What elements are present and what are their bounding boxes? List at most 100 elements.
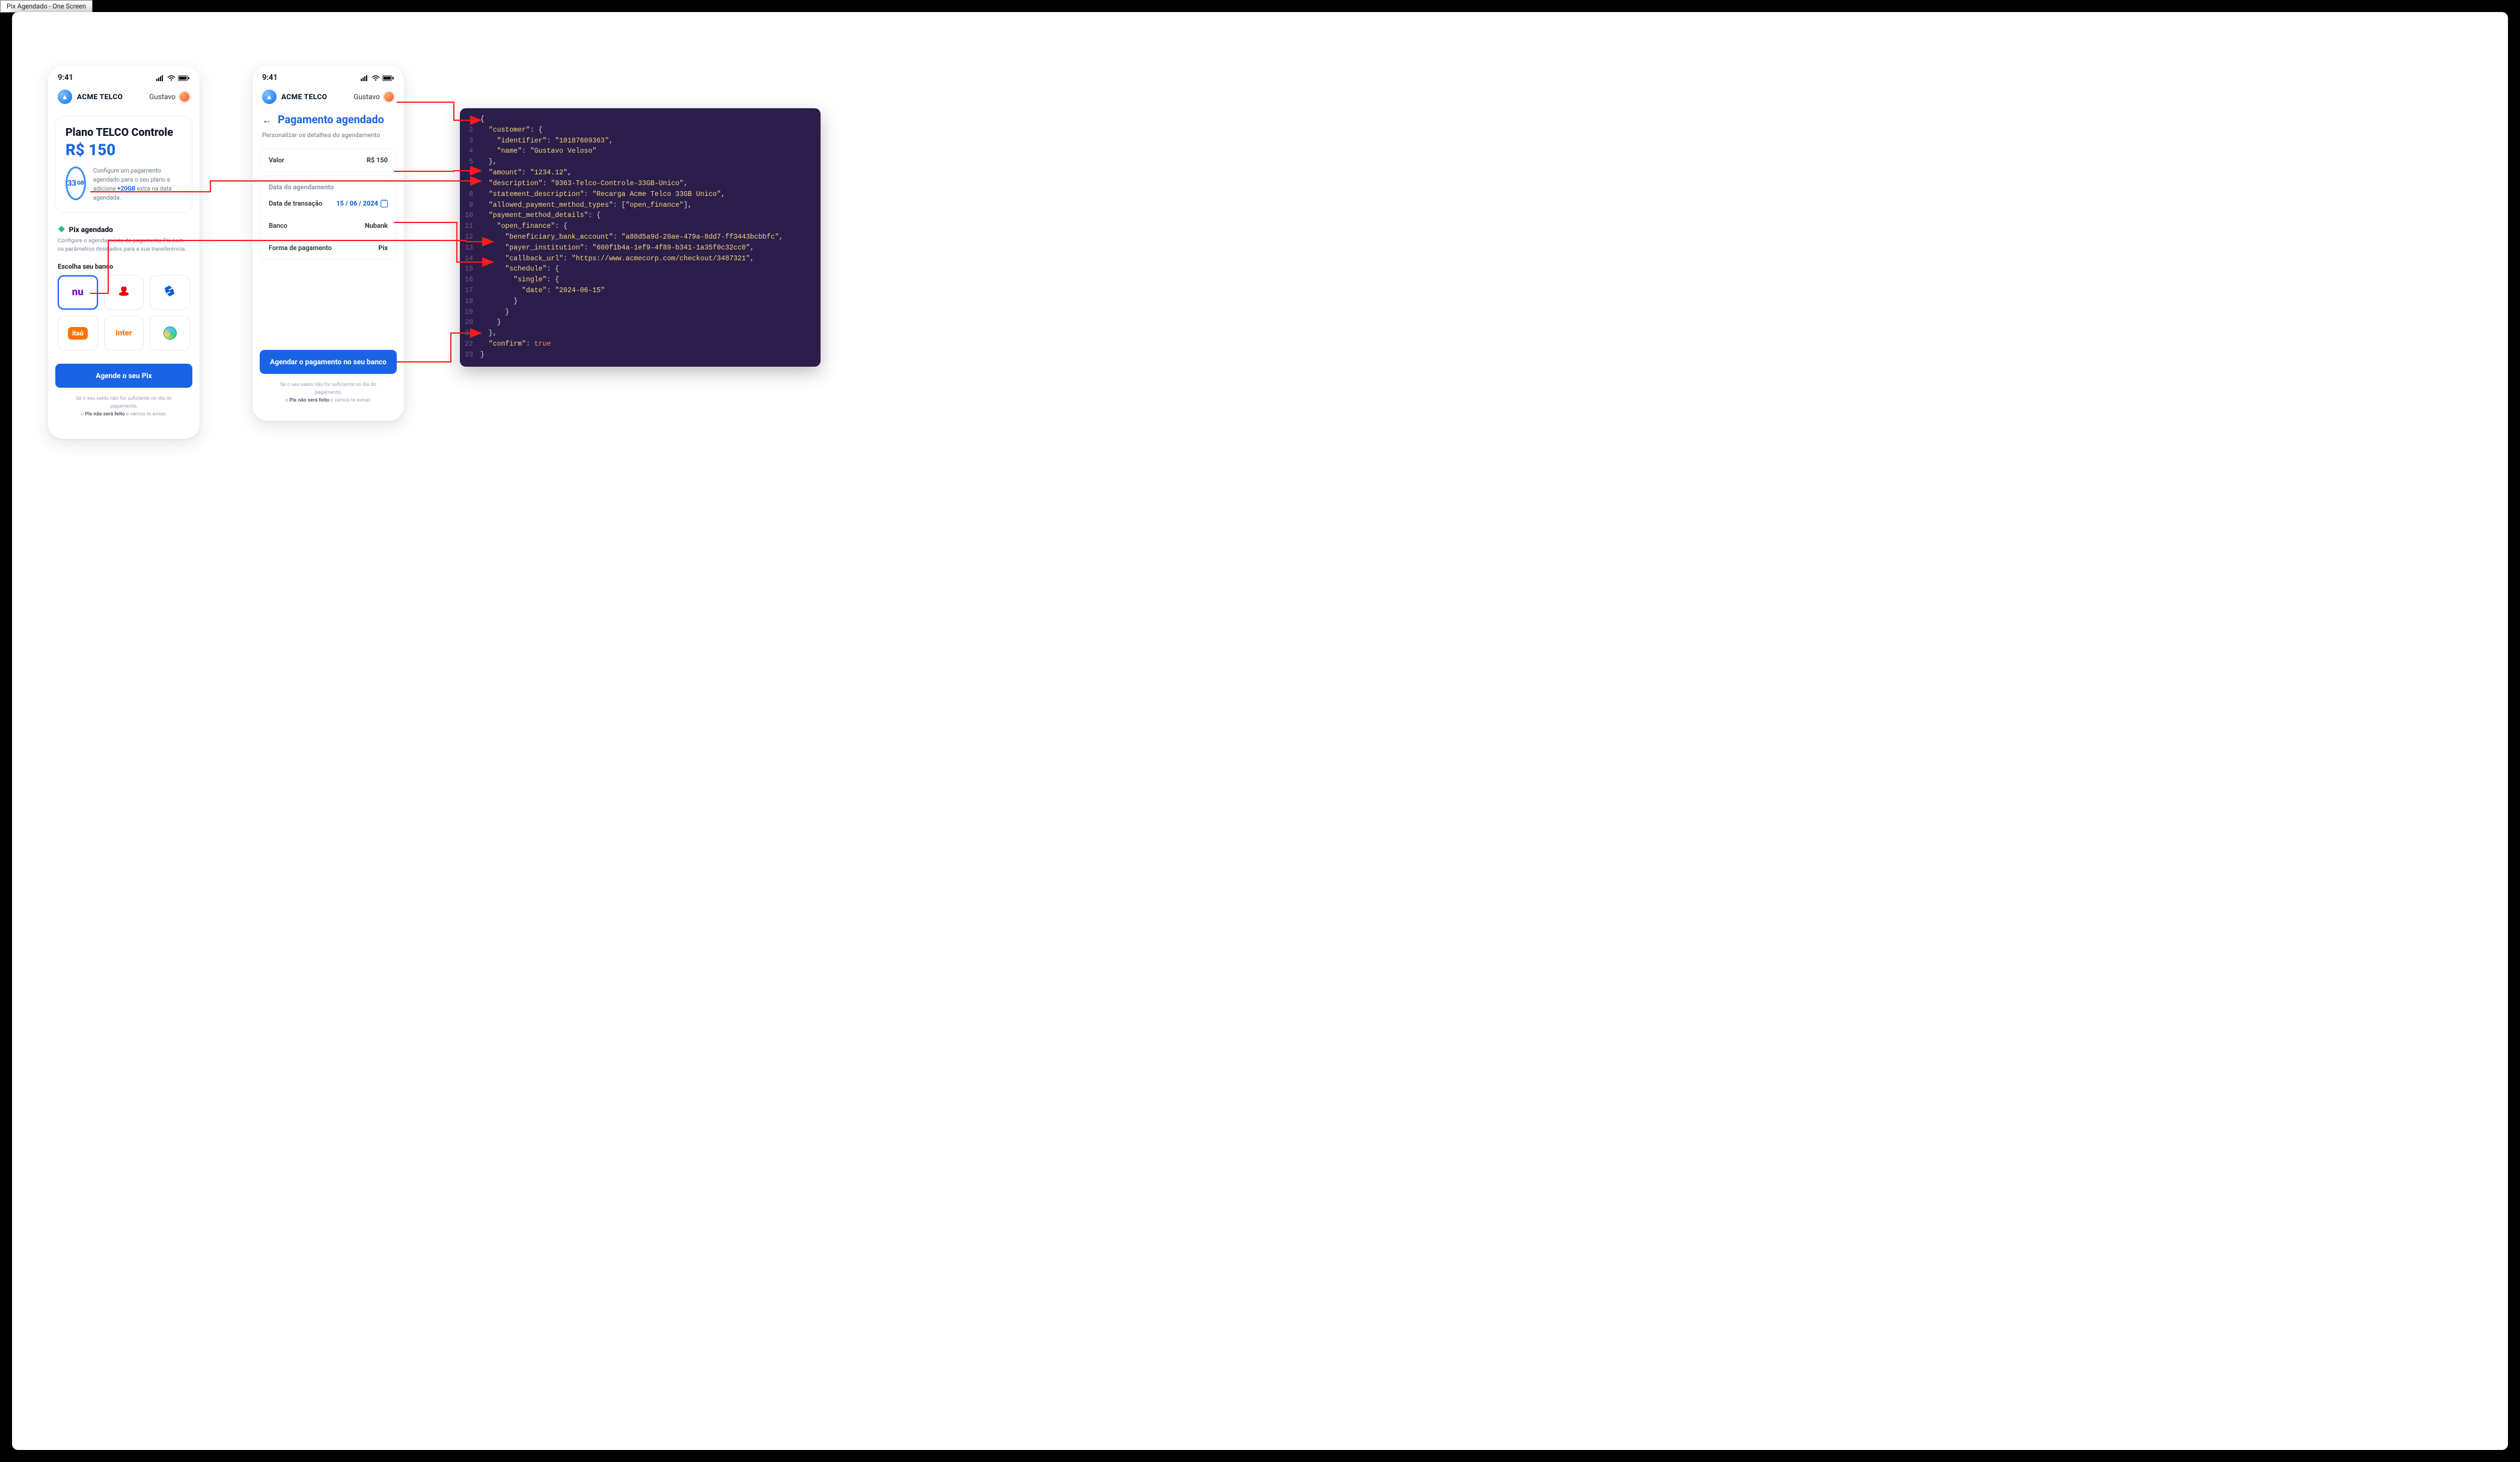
bank-nubank[interactable]: nu bbox=[58, 275, 98, 310]
brand[interactable]: ▲ ACME TELCO bbox=[58, 90, 123, 104]
code-line: 15 "schedule": { bbox=[460, 264, 821, 275]
user-menu[interactable]: Gustavo bbox=[149, 91, 190, 102]
code-panel[interactable]: 1{2 "customer": {3 "identifier": "101876… bbox=[460, 108, 821, 367]
amount-row: Valor R$ 150 bbox=[260, 149, 396, 171]
app-header: ▲ ACME TELCO Gustavo bbox=[252, 85, 404, 111]
bank-value: Nubank bbox=[365, 222, 388, 230]
pix-icon: ❖ bbox=[58, 225, 66, 234]
bank-grid: nu itaú inter bbox=[58, 275, 190, 351]
plan-card: Plano TELCO Controle R$ 150 33GB Configu… bbox=[55, 116, 192, 213]
santander-logo-icon bbox=[118, 285, 130, 299]
back-button[interactable]: ← bbox=[262, 114, 272, 126]
code-line: 9 "allowed_payment_method_types": ["open… bbox=[460, 200, 821, 211]
date-value: 15 / 06 / 2024 bbox=[336, 200, 388, 207]
code-line: 10 "payment_method_details": { bbox=[460, 210, 821, 221]
bank-santander[interactable] bbox=[104, 275, 144, 310]
signal-icon bbox=[361, 75, 369, 81]
code-line: 19 } bbox=[460, 307, 821, 318]
fine-print: Se o seu saldo não for suficiente no dia… bbox=[63, 395, 185, 418]
plan-desc: Configure um pagamento agendado para o s… bbox=[93, 167, 182, 203]
user-name: Gustavo bbox=[149, 93, 176, 101]
bank-inter[interactable]: inter bbox=[104, 316, 144, 350]
itau-logo-icon: itaú bbox=[68, 327, 88, 340]
app-header: ▲ ACME TELCO Gustavo bbox=[48, 85, 200, 111]
user-menu[interactable]: Gustavo bbox=[353, 91, 394, 102]
code-line: 3 "identifier": "10187609363", bbox=[460, 136, 821, 147]
code-line: 1{ bbox=[460, 114, 821, 125]
gb-amount: 33 bbox=[67, 179, 76, 188]
schedule-card: Data do agendamento Data de transação 15… bbox=[260, 176, 397, 260]
avatar-icon bbox=[179, 91, 190, 102]
brand-name: ACME TELCO bbox=[281, 93, 327, 101]
method-value: Pix bbox=[378, 244, 388, 252]
bank-label: Banco bbox=[269, 222, 287, 230]
status-time: 9:41 bbox=[58, 73, 73, 82]
method-label: Forma de pagamento bbox=[269, 244, 332, 252]
bb-logo-icon bbox=[164, 284, 177, 301]
inter-logo-icon: inter bbox=[115, 329, 132, 338]
schedule-section-label: Data do agendamento bbox=[260, 176, 396, 192]
browser-tab-title: Pix Agendado - One Screen bbox=[7, 2, 86, 10]
brand-logo-icon: ▲ bbox=[262, 90, 277, 104]
wise-logo-icon bbox=[164, 326, 177, 340]
code-line: 16 "single": { bbox=[460, 275, 821, 286]
bank-wise[interactable] bbox=[150, 316, 190, 350]
gb-unit: GB bbox=[77, 180, 84, 186]
code-line: 17 "date": "2024-06-15" bbox=[460, 286, 821, 296]
canvas: 9:41 ▲ ACME TELCO Gustavo Plano TELCO Co… bbox=[12, 12, 2508, 1450]
back-row: ← Pagamento agendado bbox=[252, 111, 404, 129]
amount-label: Valor bbox=[269, 156, 284, 164]
code-line: 4 "name": "Gustavo Veloso" bbox=[460, 146, 821, 157]
avatar-icon bbox=[384, 91, 394, 102]
schedule-pix-button[interactable]: Agende o seu Pix bbox=[55, 364, 192, 388]
code-line: 6 "amount": "1234.12", bbox=[460, 168, 821, 179]
battery-icon bbox=[382, 75, 394, 81]
bank-row: Banco Nubank bbox=[260, 215, 396, 237]
code-line: 18 } bbox=[460, 296, 821, 307]
calendar-icon bbox=[381, 200, 388, 207]
screen-title: Pagamento agendado bbox=[278, 114, 384, 126]
code-line: 8 "statement_description": "Recarga Acme… bbox=[460, 189, 821, 200]
code-line: 5 }, bbox=[460, 157, 821, 168]
wifi-icon bbox=[167, 75, 176, 81]
date-row[interactable]: Data de transação 15 / 06 / 2024 bbox=[260, 192, 396, 215]
nubank-logo-icon: nu bbox=[72, 286, 84, 298]
wifi-icon bbox=[372, 75, 380, 81]
pix-heading: ❖ Pix agendado bbox=[58, 225, 190, 234]
status-bar: 9:41 bbox=[252, 66, 404, 85]
fine-print: Se o seu saldo não for suficiente no dia… bbox=[267, 381, 390, 404]
browser-tab[interactable]: Pix Agendado - One Screen bbox=[0, 0, 93, 13]
user-name: Gustavo bbox=[353, 93, 380, 101]
status-icons bbox=[156, 75, 190, 81]
brand[interactable]: ▲ ACME TELCO bbox=[262, 90, 327, 104]
code-line: 20 } bbox=[460, 317, 821, 328]
gb-ring: 33GB bbox=[66, 167, 86, 200]
status-time: 9:41 bbox=[262, 73, 278, 82]
signal-icon bbox=[156, 75, 165, 81]
bank-bb[interactable] bbox=[150, 275, 190, 310]
date-label: Data de transação bbox=[269, 200, 322, 207]
bank-label: Escolha seu banco bbox=[58, 263, 190, 271]
bank-itau[interactable]: itaú bbox=[58, 316, 98, 350]
schedule-in-bank-button[interactable]: Agendar o pagamento no seu banco bbox=[260, 350, 397, 374]
code-line: 2 "customer": { bbox=[460, 125, 821, 136]
phone-plan-config: 9:41 ▲ ACME TELCO Gustavo Plano TELCO Co… bbox=[48, 66, 200, 439]
method-row: Forma de pagamento Pix bbox=[260, 237, 396, 259]
amount-card: Valor R$ 150 bbox=[260, 148, 397, 172]
plan-title: Plano TELCO Controle bbox=[66, 126, 182, 139]
amount-value: R$ 150 bbox=[367, 156, 388, 164]
pix-sub: Configure o agendamento do pagamento Pix… bbox=[58, 237, 190, 254]
battery-icon bbox=[178, 75, 190, 81]
code-line: 11 "open_finance": { bbox=[460, 221, 821, 232]
code-line: 14 "callback_url": "https://www.acmecorp… bbox=[460, 254, 821, 265]
phone-schedule-details: 9:41 ▲ ACME TELCO Gustavo ← Pagamento ag… bbox=[252, 66, 404, 421]
status-bar: 9:41 bbox=[48, 66, 200, 85]
code-line: 13 "payer_institution": "600f1b4a-1ef9-4… bbox=[460, 243, 821, 254]
plan-price: R$ 150 bbox=[66, 141, 182, 159]
code-line: 22 "confirm": true bbox=[460, 339, 821, 350]
brand-logo-icon: ▲ bbox=[58, 90, 72, 104]
code-line: 12 "beneficiary_bank_account": "a80d5a9d… bbox=[460, 232, 821, 243]
screen-subtitle: Personalizar os detalhes do agendamento bbox=[252, 129, 404, 145]
code-line: 23} bbox=[460, 350, 821, 361]
status-icons bbox=[361, 75, 394, 81]
